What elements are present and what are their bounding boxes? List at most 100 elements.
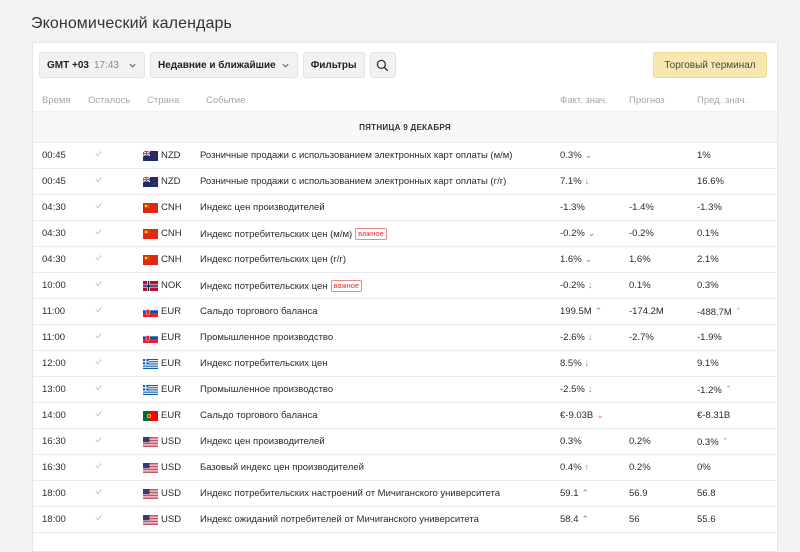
double-chevron-up-icon: ⌃	[581, 488, 590, 498]
checkmark-icon	[95, 229, 102, 235]
table-row[interactable]: 16:30 USD Базовый индекс цен производителе…	[33, 455, 777, 481]
previous-number: 9.1%	[697, 358, 719, 369]
event-title[interactable]: Индекс потребительских цен	[200, 358, 328, 369]
actual-number: 0.4%	[560, 462, 582, 473]
event-title[interactable]: Сальдо торгового баланса	[200, 410, 318, 421]
actual-value: €-9.03B ⌄	[560, 410, 604, 421]
checkmark-icon	[95, 307, 102, 313]
flag-gr-icon	[143, 359, 158, 369]
previous-number: 0.1%	[697, 228, 719, 239]
event-title[interactable]: Сальдо торгового баланса	[200, 306, 318, 317]
previous-value: 2.1%	[697, 254, 719, 265]
event-name[interactable]: Промышленное производство	[200, 332, 333, 343]
actual-number: €-9.03B	[560, 410, 594, 421]
event-name[interactable]: Промышленное производство	[200, 384, 333, 395]
previous-value: -1.3%	[697, 202, 722, 213]
table-row[interactable]: 04:30 CNH Индекс потребительских цен (м/м)…	[33, 221, 777, 247]
actual-number: 7.1%	[560, 176, 582, 187]
event-name[interactable]: Розничные продажи с использованием элект…	[200, 150, 512, 161]
actual-value: -0.2% ↓	[560, 280, 592, 291]
table-row[interactable]: 04:30 CNH Индекс цен производителей -1.3% -1…	[33, 195, 777, 221]
event-name[interactable]: Сальдо торгового баланса	[200, 306, 318, 317]
currency-code: CNH	[161, 228, 182, 239]
event-time: 18:00	[42, 488, 66, 499]
currency-code: USD	[161, 436, 182, 447]
double-chevron-down-icon: ⌄	[584, 150, 593, 160]
currency-code: EUR	[161, 332, 182, 343]
event-name[interactable]: Индекс потребительских цен важное	[200, 280, 363, 292]
col-actual[interactable]: Факт. знач.	[560, 95, 608, 106]
event-name[interactable]: Индекс потребительских цен (м/м) важное	[200, 228, 387, 240]
event-title[interactable]: Индекс цен производителей	[200, 436, 325, 447]
event-title[interactable]: Индекс цен производителей	[200, 202, 325, 213]
table-row[interactable]: 04:30 CNH Индекс потребительских цен (г/г)…	[33, 247, 777, 273]
table-row[interactable]: 18:00 USD Индекс ожиданий потребителей от …	[33, 507, 777, 533]
col-remaining[interactable]: Осталось	[88, 95, 130, 106]
event-time: 18:00	[42, 514, 66, 525]
event-time: 11:00	[42, 332, 66, 343]
checkmark-icon	[95, 515, 102, 521]
chevron-down-icon	[129, 63, 136, 68]
search-button[interactable]	[369, 52, 396, 78]
event-title[interactable]: Розничные продажи с использованием элект…	[200, 176, 506, 187]
event-name[interactable]: Розничные продажи с использованием элект…	[200, 176, 506, 187]
col-time[interactable]: Время	[42, 95, 71, 106]
table-row[interactable]: 18:00 USD Индекс потребительских настроени…	[33, 481, 777, 507]
event-title[interactable]: Промышленное производство	[200, 332, 333, 343]
trading-terminal-button[interactable]: Торговый терминал	[653, 52, 767, 78]
currency-code: NZD	[161, 176, 181, 187]
previous-number: 0.3%	[697, 437, 719, 448]
event-name[interactable]: Индекс потребительских настроений от Мич…	[200, 488, 500, 499]
table-row[interactable]: 00:45 NZD Розничные продажи с использовани…	[33, 143, 777, 169]
previous-number: -1.9%	[697, 332, 722, 343]
actual-number: 58.4	[560, 514, 579, 525]
forecast-value: -1.4%	[629, 202, 654, 213]
period-select[interactable]: Недавние и ближайшие	[150, 52, 298, 78]
col-previous[interactable]: Пред. знач.	[697, 95, 747, 106]
event-name[interactable]: Индекс цен производителей	[200, 202, 325, 213]
table-row[interactable]: 10:00 NOK Индекс потребительских цен важное…	[33, 273, 777, 299]
arrow-down-icon: ↓	[587, 332, 593, 342]
col-country[interactable]: Страна	[147, 95, 179, 106]
event-name[interactable]: Индекс потребительских цен (г/г)	[200, 254, 346, 265]
table-row[interactable]: 11:00 EUR Сальдо торгового баланса 199.5M ⌃ -…	[33, 299, 777, 325]
previous-value: 0.3% *	[697, 436, 727, 448]
table-row[interactable]: 12:00 EUR Индекс потребительских цен 8.5% ↓ 9…	[33, 351, 777, 377]
event-title[interactable]: Индекс потребительских цен	[200, 281, 328, 292]
event-name[interactable]: Индекс ожиданий потребителей от Мичиганс…	[200, 514, 479, 525]
table-row[interactable]: 11:00 EUR Промышленное производство -2.6% ↓ -…	[33, 325, 777, 351]
col-forecast[interactable]: Прогноз	[629, 95, 665, 106]
event-name[interactable]: Сальдо торгового баланса	[200, 410, 318, 421]
flag-nz-icon	[143, 177, 158, 187]
event-name[interactable]: Индекс потребительских цен	[200, 358, 328, 369]
actual-value: 0.3% ⌄	[560, 150, 592, 161]
event-name[interactable]: Базовый индекс цен производителей	[200, 462, 364, 473]
filters-button[interactable]: Фильтры	[302, 52, 365, 78]
event-title[interactable]: Базовый индекс цен производителей	[200, 462, 364, 473]
previous-number: -1.2%	[697, 385, 722, 396]
forecast-value: 56.9	[629, 488, 648, 499]
table-row[interactable]: 13:00 EUR Промышленное производство -2.5% ↓ -…	[33, 377, 777, 403]
search-icon	[376, 59, 389, 71]
event-time: 04:30	[42, 254, 66, 265]
event-title[interactable]: Розничные продажи с использованием элект…	[200, 150, 512, 161]
event-title[interactable]: Индекс потребительских цен (г/г)	[200, 254, 346, 265]
forecast-value: 56	[629, 514, 640, 525]
event-name[interactable]: Индекс цен производителей	[200, 436, 325, 447]
actual-value: 7.1% ↓	[560, 176, 589, 187]
table-row[interactable]: 16:30 USD Индекс цен производителей 0.3% 0.2…	[33, 429, 777, 455]
event-title[interactable]: Промышленное производство	[200, 384, 333, 395]
actual-value: 58.4 ⌃	[560, 514, 589, 525]
event-title[interactable]: Индекс потребительских цен (м/м)	[200, 229, 352, 240]
actual-number: 8.5%	[560, 358, 582, 369]
event-title[interactable]: Индекс ожиданий потребителей от Мичиганс…	[200, 514, 479, 525]
event-title[interactable]: Индекс потребительских настроений от Мич…	[200, 488, 500, 499]
currency-code: EUR	[161, 410, 182, 421]
col-event[interactable]: Событие	[206, 95, 245, 106]
importance-badge: важное	[355, 228, 387, 240]
timezone-select[interactable]: GMT +03 17:43	[39, 52, 145, 78]
actual-value: 59.1 ⌃	[560, 488, 589, 499]
previous-value: 9.1%	[697, 358, 719, 369]
table-row[interactable]: 00:45 NZD Розничные продажи с использовани…	[33, 169, 777, 195]
table-row[interactable]: 14:00 EUR Сальдо торгового баланса €-9.03B ⌄…	[33, 403, 777, 429]
